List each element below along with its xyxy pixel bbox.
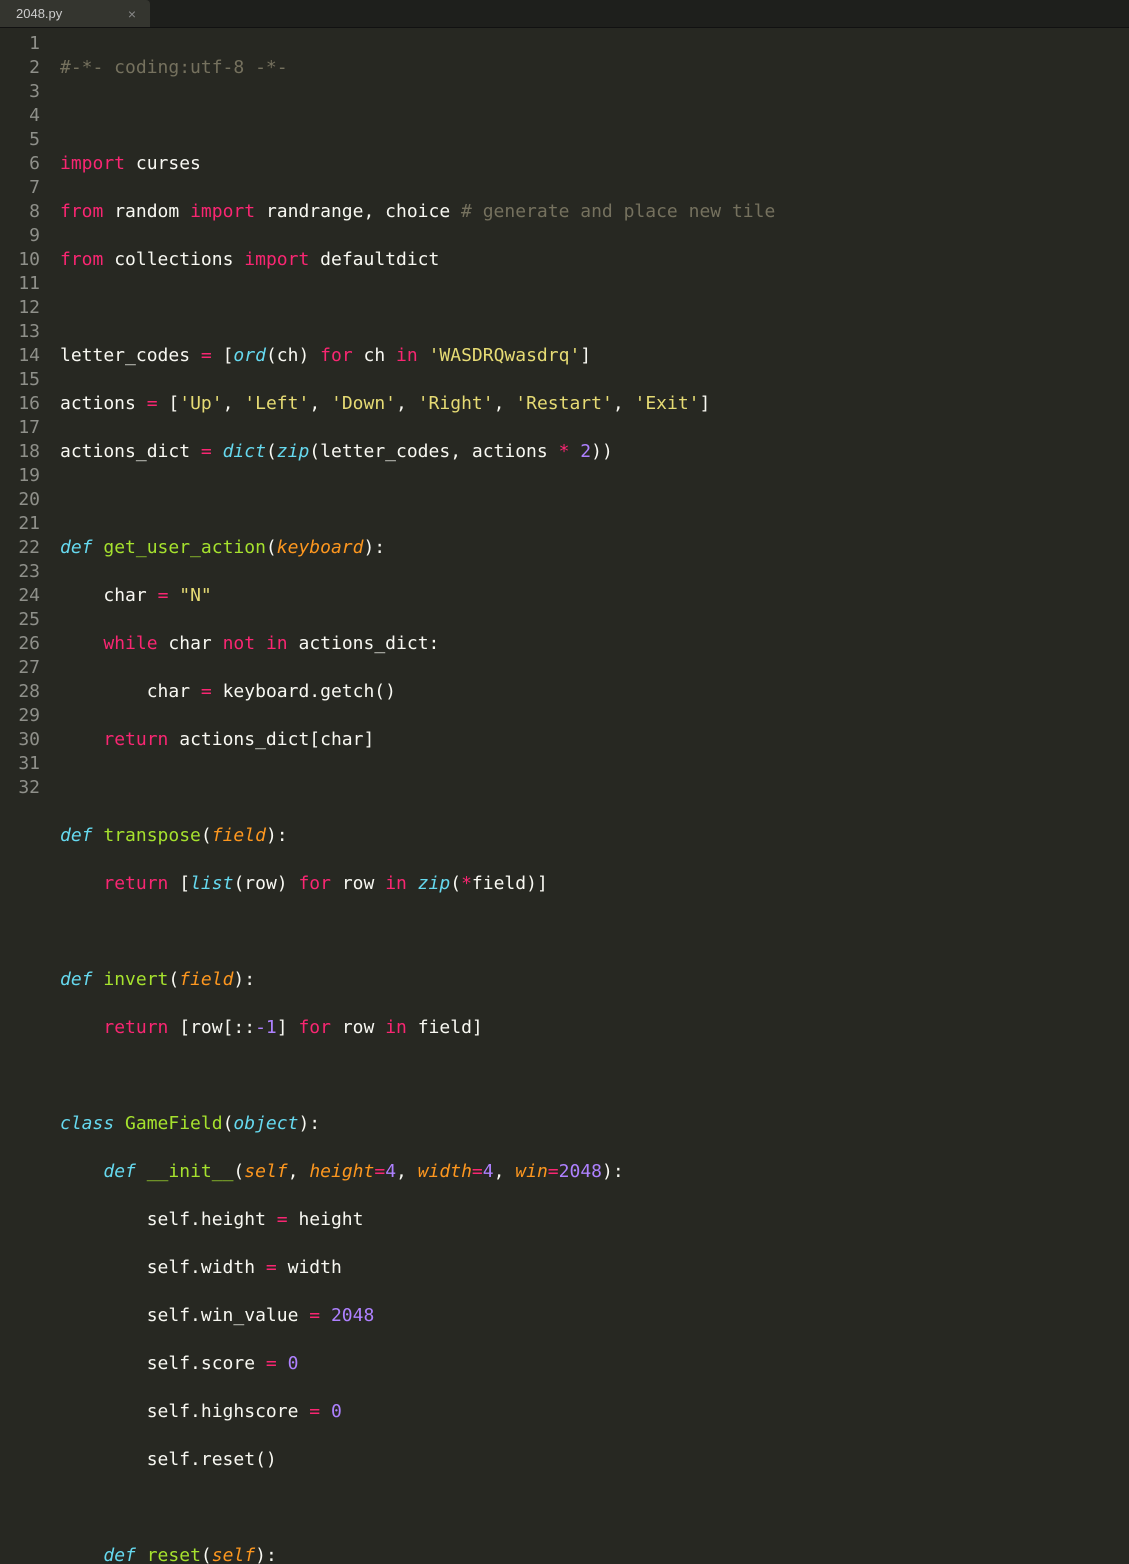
line-number: 2 — [0, 56, 40, 80]
line-number: 26 — [0, 632, 40, 656]
line-number: 5 — [0, 128, 40, 152]
code-area[interactable]: #-*- coding:utf-8 -*- import curses from… — [56, 28, 1129, 782]
line-number: 17 — [0, 416, 40, 440]
fn-transpose: transpose — [103, 825, 201, 846]
line-number: 23 — [0, 560, 40, 584]
kw-import: import — [60, 153, 125, 174]
line-number: 27 — [0, 656, 40, 680]
fn-invert: invert — [103, 969, 168, 990]
line-number: 29 — [0, 704, 40, 728]
line-number: 12 — [0, 296, 40, 320]
line-number: 21 — [0, 512, 40, 536]
line-number: 6 — [0, 152, 40, 176]
line-number: 19 — [0, 464, 40, 488]
line-number: 4 — [0, 104, 40, 128]
line-number: 11 — [0, 272, 40, 296]
kw-def: def — [60, 537, 93, 558]
close-icon[interactable]: × — [124, 2, 140, 26]
line-number: 25 — [0, 608, 40, 632]
line-number-gutter: 1234567891011121314151617181920212223242… — [0, 28, 56, 782]
tab-bar: 2048.py × — [0, 0, 1129, 28]
line-number: 16 — [0, 392, 40, 416]
line-number: 3 — [0, 80, 40, 104]
line-number: 28 — [0, 680, 40, 704]
class-GameField: GameField — [125, 1113, 223, 1134]
line-number: 8 — [0, 200, 40, 224]
line-number: 1 — [0, 32, 40, 56]
fn-reset: reset — [147, 1545, 201, 1564]
line-number: 22 — [0, 536, 40, 560]
comment: #-*- coding:utf-8 -*- — [60, 57, 288, 78]
comment: # generate and place new tile — [461, 201, 775, 222]
line-number: 13 — [0, 320, 40, 344]
line-number: 14 — [0, 344, 40, 368]
line-number: 15 — [0, 368, 40, 392]
line-number: 7 — [0, 176, 40, 200]
line-number: 30 — [0, 728, 40, 752]
line-number: 9 — [0, 224, 40, 248]
tab-2048py[interactable]: 2048.py × — [0, 0, 150, 27]
line-number: 32 — [0, 776, 40, 800]
tab-filename: 2048.py — [16, 2, 62, 26]
fn-init: __init__ — [147, 1161, 234, 1182]
line-number: 24 — [0, 584, 40, 608]
line-number: 10 — [0, 248, 40, 272]
line-number: 18 — [0, 440, 40, 464]
kw-class: class — [60, 1113, 114, 1134]
line-number: 20 — [0, 488, 40, 512]
editor: 1234567891011121314151617181920212223242… — [0, 28, 1129, 782]
line-number: 31 — [0, 752, 40, 776]
fn-get_user_action: get_user_action — [103, 537, 266, 558]
